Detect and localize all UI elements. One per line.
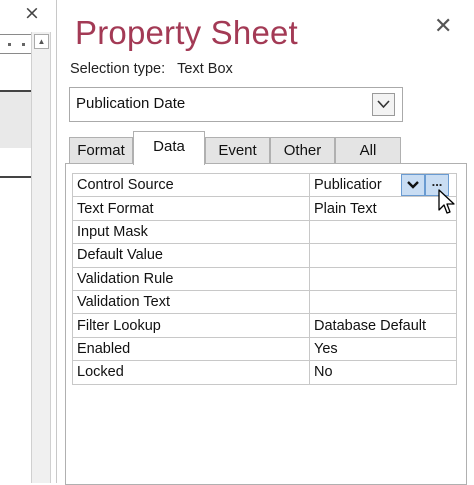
property-value[interactable]: Yes bbox=[309, 336, 457, 362]
property-label: Locked bbox=[72, 360, 310, 385]
property-row[interactable]: Enabled Yes bbox=[72, 336, 457, 362]
property-row[interactable]: Validation Text bbox=[72, 289, 457, 315]
property-label: Control Source bbox=[72, 172, 310, 198]
property-label: Text Format bbox=[72, 196, 310, 221]
property-value[interactable]: Plain Text bbox=[309, 196, 457, 221]
property-label: Input Mask bbox=[72, 219, 310, 245]
horizontal-ruler bbox=[0, 34, 31, 54]
property-row[interactable]: Locked No bbox=[72, 360, 457, 385]
property-tabs: Format Data Event Other All bbox=[69, 131, 409, 165]
close-panel-icon[interactable]: ✕ bbox=[434, 14, 452, 39]
mouse-pointer-icon bbox=[438, 189, 455, 214]
chevron-down-icon bbox=[377, 100, 390, 109]
property-row[interactable]: Control Source Publicatior bbox=[72, 172, 457, 198]
control-source-dropdown-button[interactable] bbox=[401, 174, 425, 196]
property-label: Default Value bbox=[72, 243, 310, 268]
tab-other[interactable]: Other bbox=[270, 137, 335, 164]
object-selector-dropdown[interactable]: Publication Date bbox=[69, 87, 403, 122]
property-row[interactable]: Default Value bbox=[72, 243, 457, 268]
property-row[interactable]: Text Format Plain Text bbox=[72, 196, 457, 221]
panel-title: Property Sheet bbox=[75, 14, 298, 51]
tab-event[interactable]: Event bbox=[205, 137, 270, 164]
tab-all[interactable]: All bbox=[335, 137, 401, 164]
property-grid-area: Control Source Publicatior Text Format P… bbox=[65, 163, 467, 485]
selection-type: Selection type: Text Box bbox=[70, 61, 233, 77]
property-value[interactable] bbox=[309, 243, 457, 268]
tab-format[interactable]: Format bbox=[69, 137, 133, 164]
vertical-scrollbar[interactable]: ▲ bbox=[31, 32, 51, 483]
chevron-down-icon bbox=[407, 181, 419, 189]
property-label: Enabled bbox=[72, 336, 310, 362]
selection-type-label: Selection type: bbox=[70, 61, 166, 77]
ruler-tick bbox=[22, 43, 25, 46]
property-row[interactable]: Filter Lookup Database Default bbox=[72, 313, 457, 338]
form-design-pane: × ▲ bbox=[0, 0, 52, 483]
property-label: Validation Text bbox=[72, 289, 310, 315]
object-selector-value: Publication Date bbox=[76, 95, 186, 112]
object-selector-button[interactable] bbox=[372, 93, 395, 116]
property-sheet-panel: Property Sheet ✕ Selection type: Text Bo… bbox=[56, 0, 474, 485]
property-value[interactable]: No bbox=[309, 360, 457, 385]
property-row[interactable]: Validation Rule bbox=[72, 266, 457, 291]
property-row[interactable]: Input Mask bbox=[72, 219, 457, 245]
section-line bbox=[0, 176, 31, 178]
property-value[interactable] bbox=[309, 219, 457, 245]
property-grid: Control Source Publicatior Text Format P… bbox=[72, 172, 457, 385]
close-form-icon[interactable]: × bbox=[24, 2, 40, 24]
property-value[interactable]: Database Default bbox=[309, 313, 457, 338]
form-section-area bbox=[0, 92, 31, 148]
selection-type-value: Text Box bbox=[177, 61, 233, 77]
tab-data[interactable]: Data bbox=[133, 131, 205, 165]
property-value[interactable] bbox=[309, 289, 457, 315]
scroll-up-icon[interactable]: ▲ bbox=[34, 34, 49, 49]
property-label: Filter Lookup bbox=[72, 313, 310, 338]
ruler-tick bbox=[8, 43, 11, 46]
property-value[interactable] bbox=[309, 266, 457, 291]
property-label: Validation Rule bbox=[72, 266, 310, 291]
